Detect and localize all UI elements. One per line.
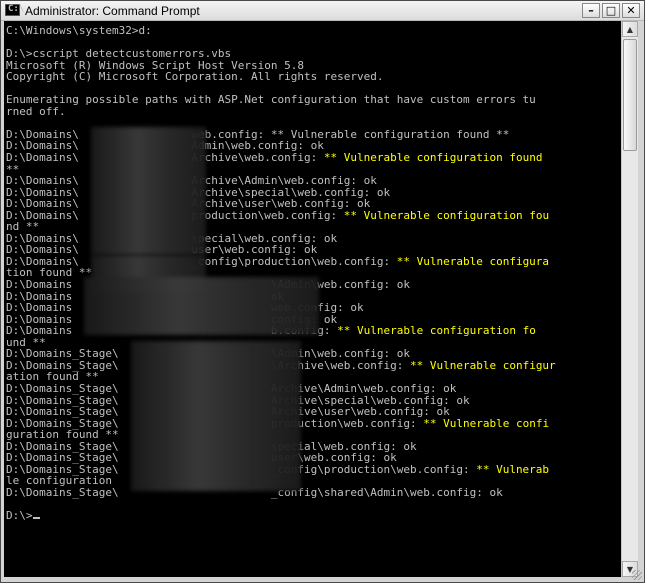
cmd-app-icon[interactable]: C:\ — [5, 4, 24, 16]
scrollbar-thumb[interactable] — [623, 39, 637, 151]
console-line: D:\Domains\ Archive\web.config: ** Vulne… — [6, 151, 556, 165]
console-output[interactable]: C:\Windows\system32>d: D:\>cscript detect… — [4, 21, 621, 577]
console-line: D:\Domains\ _config\production\web.confi… — [6, 254, 556, 268]
console-line: D:\Domains\ user\web.config: ok — [6, 243, 556, 256]
title-bar[interactable]: C:\ Administrator: Command Prompt – □ ✕ — [1, 1, 644, 21]
output-text: D:\> — [6, 508, 33, 522]
console-line: D:\Domains\ Admin\web.config: ok — [6, 139, 556, 152]
console-line: D:\Domains\ production\web.config: ** Vu… — [6, 208, 556, 222]
warning-text: ** Vulnerable configur — [409, 358, 556, 372]
window-controls: – □ ✕ — [582, 3, 640, 18]
text-cursor — [32, 516, 40, 519]
vertical-scrollbar[interactable]: ▲ ▼ — [621, 21, 638, 577]
console-line: C:\Windows\system32>d: — [6, 24, 556, 37]
console-line: D:\>cscript detectcustomerrors.vbs — [6, 47, 556, 60]
command-prompt-window: C:\ Administrator: Command Prompt – □ ✕ … — [0, 0, 645, 583]
resize-grip[interactable] — [632, 570, 642, 580]
console-line: rned off. — [6, 104, 556, 118]
console-line: nd ** — [6, 220, 556, 233]
warning-text: ** Vulnerable configuration found — [323, 151, 543, 165]
redacted-block — [131, 341, 301, 491]
minimize-button[interactable]: – — [582, 3, 600, 18]
console-line: Enumerating possible paths with ASP.Net … — [6, 93, 556, 107]
console-line: D:\Domains\ special\web.config: ok — [6, 232, 556, 245]
warning-text: ** Vulnerable configura — [396, 254, 550, 268]
warning-text: ** Vulnerable configuration fou — [343, 208, 550, 222]
warning-text: ** Vulnerab — [476, 462, 550, 476]
console-line: Microsoft (R) Windows Script Host Versio… — [6, 59, 556, 72]
output-text: C:\Windows\system32>d: — [6, 24, 152, 37]
maximize-button[interactable]: □ — [602, 3, 620, 18]
console-line: D:\Domains\ Archive\special\web.config: … — [6, 186, 556, 199]
scroll-up-icon: ▲ — [626, 24, 634, 34]
warning-text: ** Vulnerable configuration fo — [337, 324, 536, 338]
console-line: D:\Domains\ Archive\user\web.config: ok — [6, 197, 556, 210]
close-button[interactable]: ✕ — [622, 3, 640, 18]
console-line: D:\> — [6, 508, 556, 522]
output-text: Enumerating possible paths with ASP.Net … — [6, 93, 536, 107]
console-line: D:\Domains\ Archive\Admin\web.config: ok — [6, 174, 556, 187]
console-line: D:\Domains\ web.config: ** Vulnerable co… — [6, 128, 556, 141]
console-line: ** — [6, 163, 556, 176]
output-text: Copyright (C) Microsoft Corporation. All… — [6, 70, 384, 84]
warning-text: ** Vulnerable confi — [423, 416, 550, 430]
scroll-up-button[interactable]: ▲ — [622, 21, 638, 37]
redacted-block — [91, 127, 206, 255]
output-text: rned off. — [6, 104, 66, 118]
redacted-block — [84, 277, 319, 335]
console-line: Copyright (C) Microsoft Corporation. All… — [6, 70, 556, 84]
window-title: Administrator: Command Prompt — [25, 4, 200, 18]
